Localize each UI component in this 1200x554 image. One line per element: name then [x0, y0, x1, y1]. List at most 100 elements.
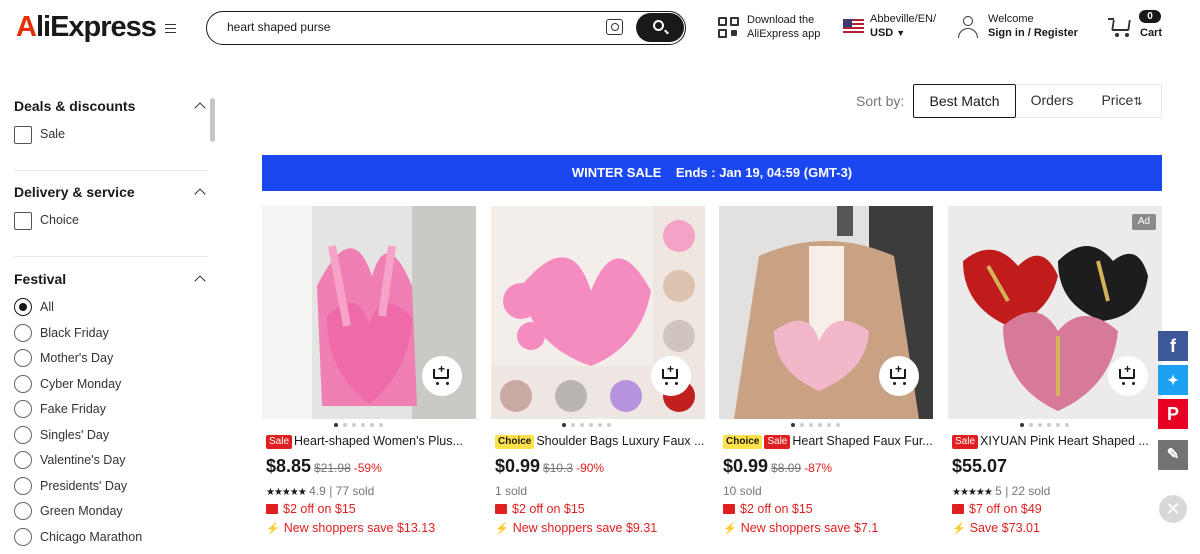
- chevron-up-icon[interactable]: [194, 275, 206, 287]
- search-bar: [206, 11, 686, 45]
- product-card[interactable]: + Choice Shoulder Bags Luxury Faux ... $0…: [491, 206, 705, 552]
- checkbox-choice[interactable]: [14, 212, 32, 230]
- price-row: $0.99 $8.09 -87%: [723, 456, 832, 477]
- coupon-icon: [495, 504, 507, 514]
- sort-orders[interactable]: Orders: [1017, 84, 1087, 118]
- welcome-text: Welcome: [988, 13, 1034, 25]
- download-app-link[interactable]: Download the AliExpress app: [747, 13, 820, 41]
- radio-fake-friday[interactable]: [14, 400, 32, 418]
- choice-tag: Choice: [723, 435, 763, 449]
- option-label: Black Friday: [40, 326, 109, 340]
- shopper-promo: ⚡ Save $73.01: [952, 521, 1040, 535]
- radio-all[interactable]: [14, 298, 32, 316]
- option-label: Presidents' Day: [40, 479, 128, 493]
- sold-count: 10 sold: [723, 484, 762, 498]
- chevron-up-icon[interactable]: [194, 102, 206, 114]
- sort-by-label: Sort by:: [856, 93, 905, 109]
- qr-code-icon[interactable]: [718, 17, 740, 39]
- sort-price[interactable]: Price⇅: [1092, 84, 1152, 118]
- chevron-up-icon[interactable]: [194, 188, 206, 200]
- chevron-down-icon: ▼: [896, 28, 906, 38]
- coupon-promo: $2 off on $15: [723, 502, 813, 516]
- option-label: Valentine's Day: [40, 453, 126, 467]
- cart-count-badge: 0: [1139, 10, 1161, 23]
- camera-search-icon[interactable]: [606, 19, 623, 35]
- option-label: Fake Friday: [40, 402, 106, 416]
- menu-icon[interactable]: [165, 24, 176, 33]
- product-title-text: Heart Shaped Faux Fur...: [792, 434, 933, 448]
- sale-tag: Sale: [764, 435, 791, 449]
- radio-green-monday[interactable]: [14, 502, 32, 520]
- edit-icon[interactable]: ✎: [1158, 440, 1188, 470]
- image-carousel-dots[interactable]: [791, 423, 845, 429]
- price: $0.99: [495, 456, 541, 476]
- add-to-cart-button[interactable]: +: [422, 356, 462, 396]
- aliexpress-logo[interactable]: AliExpress: [16, 11, 157, 44]
- price: $0.99: [723, 456, 769, 476]
- cart-label[interactable]: Cart: [1140, 26, 1162, 40]
- star-rating-icon: ★★★★★: [952, 487, 993, 498]
- add-to-cart-button[interactable]: +: [879, 356, 919, 396]
- radio-presidents-day[interactable]: [14, 477, 32, 495]
- twitter-icon[interactable]: ✦: [1158, 365, 1188, 395]
- product-image[interactable]: +: [719, 206, 933, 419]
- option-label: Green Monday: [40, 504, 123, 518]
- image-carousel-dots[interactable]: [334, 423, 388, 429]
- discount: -59%: [353, 461, 382, 475]
- product-card[interactable]: Ad + Sale XIYUAN Pink Heart Shaped ... $5…: [948, 206, 1162, 552]
- coupon-promo: $7 off on $49: [952, 502, 1042, 516]
- price-row: $8.85 $21.98 -59%: [266, 456, 382, 477]
- radio-mothers-day[interactable]: [14, 349, 32, 367]
- radio-cyber-monday[interactable]: [14, 375, 32, 393]
- product-title-text: Shoulder Bags Luxury Faux ...: [536, 434, 705, 448]
- price-row: $55.07: [952, 456, 1007, 477]
- winter-sale-banner[interactable]: WINTER SALE Ends : Jan 19, 04:59 (GMT-3): [262, 155, 1162, 191]
- rating-value: 5: [995, 484, 1002, 498]
- product-card[interactable]: + Sale Heart-shaped Women's Plus... $8.85…: [262, 206, 476, 552]
- checkbox-sale[interactable]: [14, 126, 32, 144]
- search-button[interactable]: [636, 13, 684, 42]
- add-to-cart-button[interactable]: +: [1108, 356, 1148, 396]
- account-link[interactable]: Welcome Sign in / Register: [988, 12, 1078, 40]
- product-title[interactable]: Choice Shoulder Bags Luxury Faux ...: [495, 434, 705, 450]
- search-input[interactable]: [227, 20, 587, 34]
- search-icon: [653, 20, 664, 31]
- header: AliExpress Download the AliExpress app A…: [0, 0, 1200, 56]
- sidebar-scrollbar[interactable]: [210, 98, 215, 142]
- section-title-delivery: Delivery & service: [14, 184, 135, 200]
- radio-singles-day[interactable]: [14, 426, 32, 444]
- rating-row: 1 sold: [495, 484, 527, 498]
- divider: [14, 256, 208, 257]
- app-line2: AliExpress app: [747, 28, 821, 40]
- banner-title: WINTER SALE: [571, 165, 662, 180]
- image-carousel-dots[interactable]: [1020, 423, 1074, 429]
- old-price: $8.09: [771, 461, 802, 475]
- rating-row: ★★★★★ 5 | 22 sold: [952, 484, 1051, 498]
- image-carousel-dots[interactable]: [562, 423, 616, 429]
- product-image[interactable]: +: [262, 206, 476, 419]
- currency: USD: [870, 27, 894, 39]
- product-image[interactable]: +: [491, 206, 705, 419]
- sold-count: 77 sold: [335, 484, 375, 498]
- product-title[interactable]: Sale Heart-shaped Women's Plus...: [266, 434, 476, 450]
- locale-selector[interactable]: Abbeville/EN/ USD ▼: [870, 12, 936, 40]
- product-title[interactable]: Sale XIYUAN Pink Heart Shaped ...: [952, 434, 1162, 450]
- close-icon[interactable]: ✕: [1159, 495, 1187, 523]
- coupon-icon: [952, 504, 964, 514]
- pinterest-icon[interactable]: P: [1158, 399, 1188, 429]
- option-label: Cyber Monday: [40, 377, 122, 391]
- coupon-text: $2 off on $15: [740, 502, 813, 516]
- product-title[interactable]: Choice Sale Heart Shaped Faux Fur...: [723, 434, 933, 450]
- product-image[interactable]: Ad +: [948, 206, 1162, 419]
- coupon-icon: [723, 504, 735, 514]
- sort-best-match[interactable]: Best Match: [913, 84, 1016, 118]
- radio-chicago-marathon[interactable]: [14, 528, 32, 546]
- user-icon[interactable]: [958, 16, 978, 39]
- product-card[interactable]: + Choice Sale Heart Shaped Faux Fur... $0.…: [719, 206, 933, 552]
- cart-icon[interactable]: [1108, 16, 1132, 38]
- radio-black-friday[interactable]: [14, 324, 32, 342]
- radio-valentines-day[interactable]: [14, 451, 32, 469]
- facebook-icon[interactable]: f: [1158, 331, 1188, 361]
- rating-row: ★★★★★ 4.9 | 77 sold: [266, 484, 375, 498]
- add-to-cart-button[interactable]: +: [651, 356, 691, 396]
